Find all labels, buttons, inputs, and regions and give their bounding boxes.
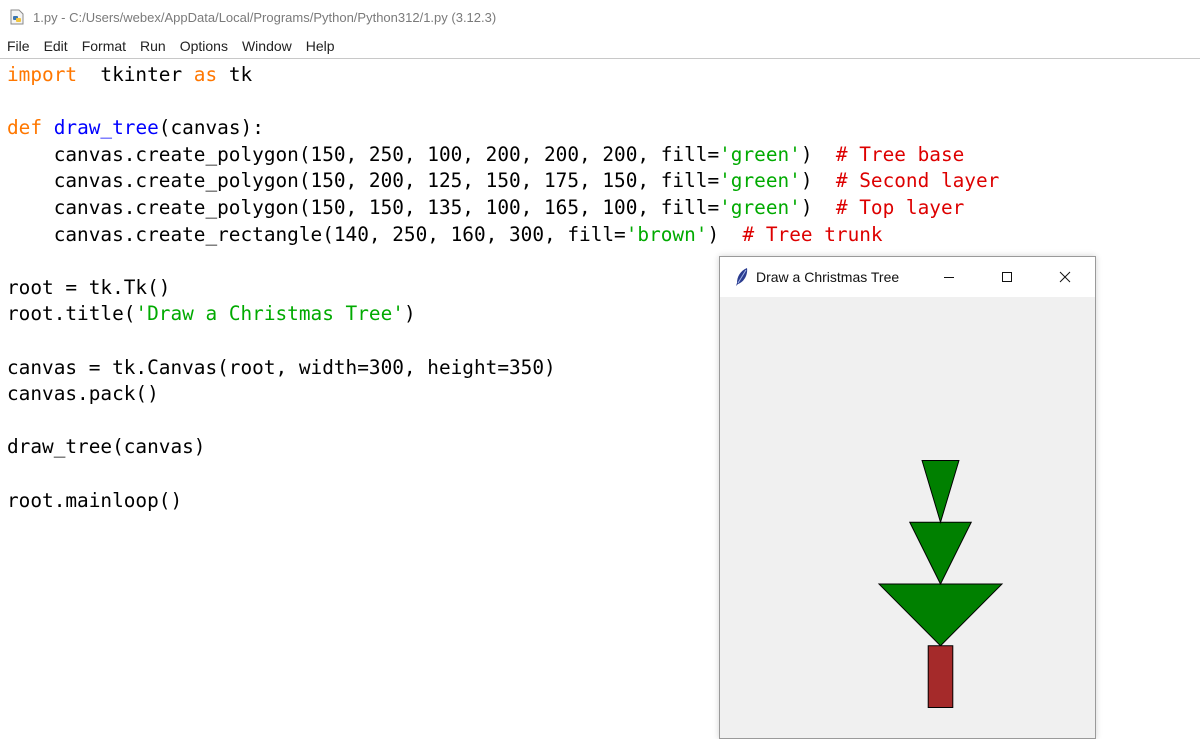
menu-window[interactable]: Window — [235, 38, 299, 54]
menu-bar: File Edit Format Run Options Window Help — [0, 35, 1200, 57]
tree-base — [877, 583, 1004, 647]
code-text: canvas.create_rectangle(140, 250, 160, 3… — [7, 222, 626, 246]
code-line: root = tk.Tk() — [7, 274, 170, 301]
menu-format[interactable]: Format — [75, 38, 133, 54]
close-button[interactable] — [1042, 257, 1088, 297]
editor-title-bar: 1.py - C:/Users/webex/AppData/Local/Prog… — [0, 0, 1200, 34]
code-string: 'brown' — [625, 222, 708, 246]
tk-canvas[interactable] — [720, 297, 1095, 738]
code-text: ) — [800, 196, 836, 219]
tree-second-layer — [908, 521, 973, 586]
minimize-button[interactable] — [926, 257, 972, 297]
tk-feather-icon — [736, 268, 748, 286]
code-text: canvas = tk.Canvas(root, width=300, heig… — [7, 355, 556, 379]
code-text: canvas.create_polygon(150, 250, 100, 200… — [7, 142, 720, 166]
code-function-name: draw_tree — [53, 116, 159, 140]
code-text: root.title( — [7, 302, 136, 326]
code-keyword: as — [193, 63, 218, 86]
close-icon — [1059, 271, 1071, 283]
code-text: root = tk.Tk() — [7, 275, 171, 299]
code-line: draw_tree(canvas) — [7, 433, 205, 460]
code-line: def draw_tree(canvas): — [7, 114, 264, 141]
code-text: ) — [707, 222, 743, 246]
code-line: canvas.create_rectangle(140, 250, 160, 3… — [7, 221, 883, 248]
code-line: canvas.create_polygon(150, 200, 125, 150… — [7, 167, 1000, 194]
code-keyword: import — [7, 63, 78, 86]
code-comment: # Tree base — [835, 142, 965, 166]
code-string: 'Draw a Christmas Tree' — [135, 302, 404, 326]
tree-trunk — [927, 645, 954, 708]
code-text: tk — [217, 63, 253, 86]
code-line: canvas.create_polygon(150, 150, 135, 100… — [7, 194, 965, 221]
code-comment: # Top layer — [835, 196, 965, 219]
code-line: root.title('Draw a Christmas Tree') — [7, 300, 416, 327]
window-title: 1.py - C:/Users/webex/AppData/Local/Prog… — [33, 9, 497, 25]
code-text: ) — [403, 302, 416, 326]
code-text: ) — [800, 142, 836, 166]
code-keyword: def — [7, 116, 43, 140]
code-line: canvas.create_polygon(150, 250, 100, 200… — [7, 141, 965, 168]
code-text: (canvas): — [158, 116, 264, 140]
code-line: import tkinter as tk — [7, 61, 252, 88]
code-string: 'green' — [719, 142, 801, 166]
tk-window-title: Draw a Christmas Tree — [756, 269, 900, 285]
code-text: canvas.create_polygon(150, 150, 135, 100… — [7, 196, 720, 219]
code-string: 'green' — [719, 196, 801, 219]
menu-file[interactable]: File — [0, 38, 37, 54]
code-text: ) — [800, 169, 836, 193]
python-file-icon — [9, 9, 25, 25]
code-text: tkinter — [77, 63, 194, 86]
code-text: draw_tree(canvas) — [7, 435, 206, 459]
code-comment: # Second layer — [835, 169, 1000, 193]
code-comment: # Tree trunk — [742, 222, 883, 246]
tk-title-bar[interactable]: Draw a Christmas Tree — [720, 257, 1095, 297]
code-line: root.mainloop() — [7, 487, 182, 514]
code-string: 'green' — [719, 169, 801, 193]
maximize-icon — [1002, 272, 1012, 282]
menu-help[interactable]: Help — [299, 38, 342, 54]
code-text: root.mainloop() — [7, 488, 183, 512]
minimize-icon — [944, 277, 954, 278]
menu-edit[interactable]: Edit — [37, 38, 75, 54]
code-text: canvas.create_polygon(150, 200, 125, 150… — [7, 169, 720, 193]
tree-top-layer — [921, 460, 960, 524]
menu-options[interactable]: Options — [173, 38, 235, 54]
code-text: canvas.pack() — [7, 382, 159, 406]
code-line: canvas = tk.Canvas(root, width=300, heig… — [7, 354, 556, 381]
menu-run[interactable]: Run — [133, 38, 173, 54]
tk-window: Draw a Christmas Tree — [719, 256, 1096, 739]
maximize-button[interactable] — [984, 257, 1030, 297]
code-line: canvas.pack() — [7, 380, 159, 407]
